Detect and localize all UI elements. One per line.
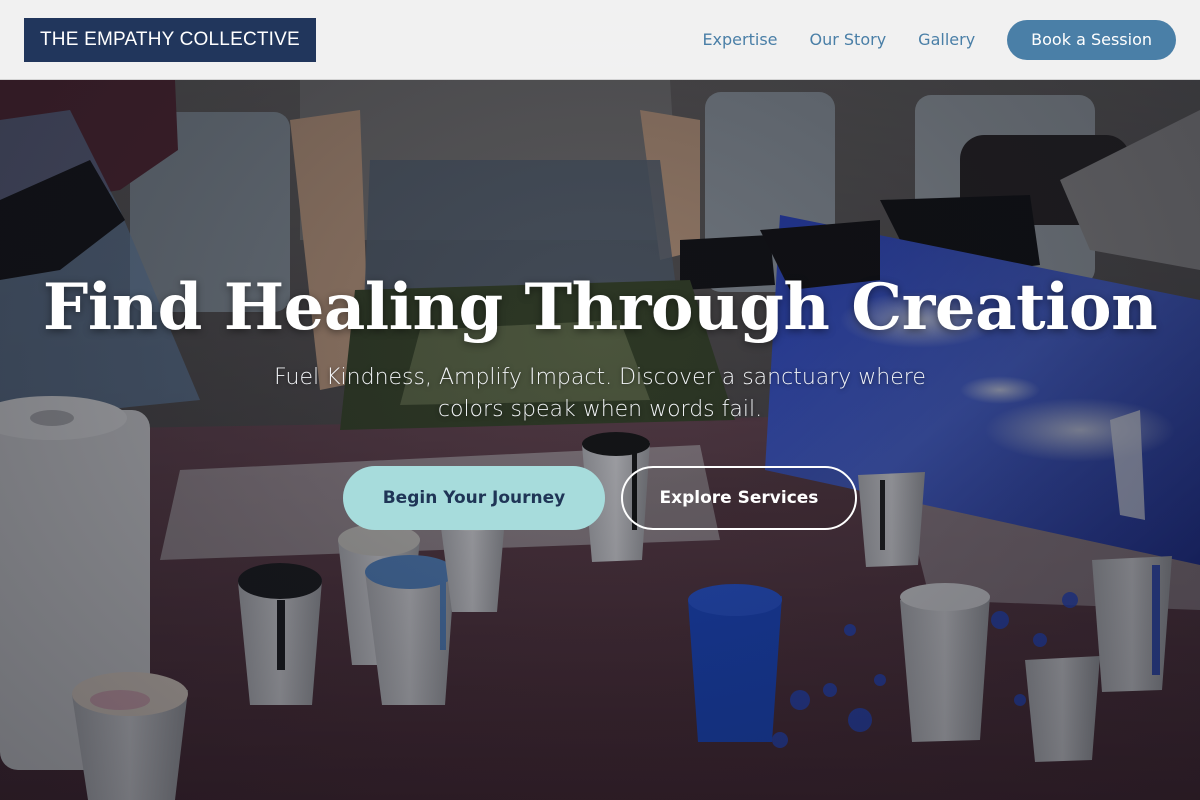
site-header: THE EMPATHY COLLECTIVE Expertise Our Sto… [0,0,1200,80]
explore-services-button[interactable]: Explore Services [621,466,857,530]
hero-section: THE EMPATHY COLLECTIVE Expertise Our Sto… [0,0,1200,800]
hero-cta-row: Begin Your Journey Explore Services [0,466,1200,530]
hero-subtext: Fuel Kindness, Amplify Impact. Discover … [274,365,926,422]
hero-headline: Find Healing Through Creation [42,270,1158,345]
nav-link-gallery[interactable]: Gallery [918,30,975,49]
begin-journey-button[interactable]: Begin Your Journey [343,466,605,530]
hero-content: Find Healing Through Creation Fuel Kindn… [0,262,1200,530]
book-session-button[interactable]: Book a Session [1007,19,1176,60]
main-nav: Expertise Our Story Gallery Book a Sessi… [702,19,1176,60]
nav-link-expertise[interactable]: Expertise [702,30,777,49]
site-logo[interactable]: THE EMPATHY COLLECTIVE [24,17,316,62]
nav-link-our-story[interactable]: Our Story [810,30,887,49]
